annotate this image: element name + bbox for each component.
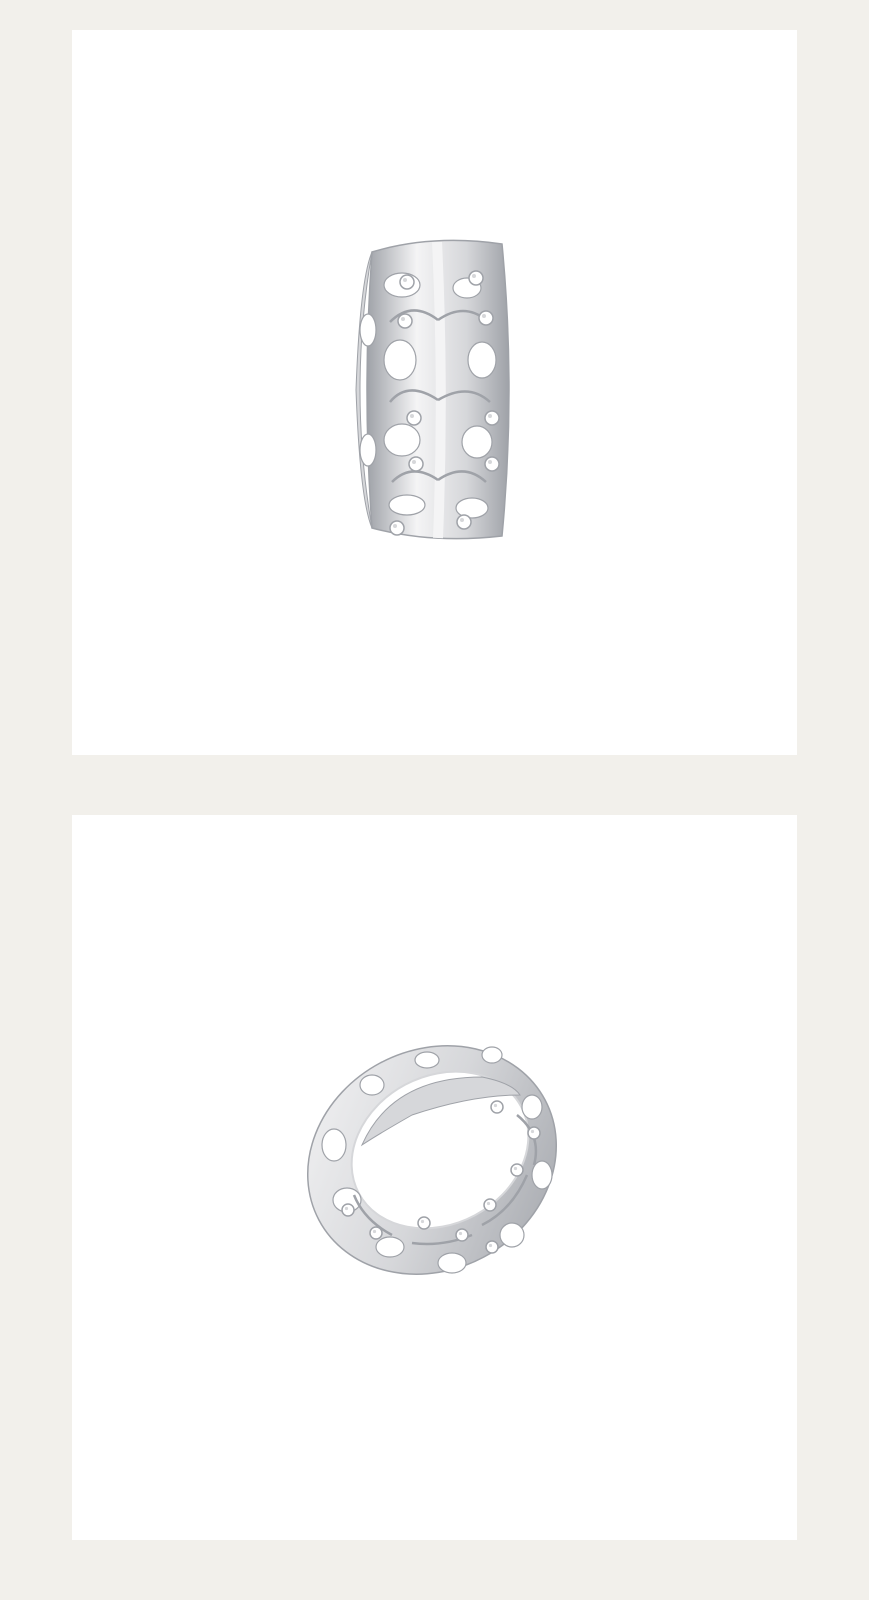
crystal-sparkle [488, 414, 492, 418]
crystal-setting [490, 1100, 504, 1114]
openwork-cutout [467, 341, 497, 379]
crystal-setting [417, 1216, 431, 1230]
crystal-sparkle [403, 278, 407, 282]
crystal-setting [341, 1203, 355, 1217]
crystal-setting [456, 514, 472, 530]
openwork-cutout [437, 1252, 467, 1274]
crystal-sparkle [420, 1219, 425, 1224]
openwork-cutout [359, 313, 377, 347]
crystal-sparkle [482, 314, 486, 318]
openwork-cutout [481, 1046, 503, 1064]
product-photo-front [72, 30, 797, 755]
crystal-sparkle [372, 1229, 377, 1234]
crystal-setting [485, 1240, 499, 1254]
crystal-sparkle [460, 518, 464, 522]
crystal-sparkle [493, 1103, 498, 1108]
crystal-sparkle [401, 317, 405, 321]
openwork-cutout [383, 339, 417, 381]
crystal-setting [468, 270, 484, 286]
openwork-cutout [383, 423, 421, 457]
openwork-cutout [321, 1128, 347, 1162]
crystal-setting [510, 1163, 524, 1177]
crystal-setting [455, 1228, 469, 1242]
crystal-sparkle [410, 414, 414, 418]
crystal-sparkle [486, 1201, 491, 1206]
crystal-sparkle [530, 1129, 535, 1134]
crystal-setting [484, 410, 500, 426]
product-photo-angled [72, 815, 797, 1540]
crystal-setting [527, 1126, 541, 1140]
openwork-cutout [375, 1236, 405, 1258]
crystal-sparkle [393, 524, 397, 528]
crystal-sparkle [412, 460, 416, 464]
crystal-sparkle [488, 460, 492, 464]
openwork-cutout [521, 1094, 543, 1120]
crystal-setting [369, 1226, 383, 1240]
crystal-sparkle [513, 1166, 518, 1171]
crystal-setting [483, 1198, 497, 1212]
crystal-setting [484, 456, 500, 472]
crystal-setting [389, 520, 405, 536]
crystal-setting [406, 410, 422, 426]
openwork-cutout [388, 494, 426, 516]
crystal-sparkle [472, 274, 476, 278]
crystal-sparkle [458, 1231, 463, 1236]
openwork-cutout [461, 425, 493, 459]
crystal-setting [399, 274, 415, 290]
ornament-stem [432, 241, 446, 539]
openwork-cutout [359, 433, 377, 467]
openwork-cutout [359, 1074, 385, 1096]
openwork-cutout [414, 1051, 440, 1069]
crystal-sparkle [488, 1243, 493, 1248]
product-image-gallery [0, 0, 869, 1600]
openwork-cutout [499, 1222, 525, 1248]
crystal-setting [478, 310, 494, 326]
crystal-setting [408, 456, 424, 472]
crystal-sparkle [344, 1206, 349, 1211]
ring-front-view-image [355, 239, 510, 540]
crystal-setting [397, 313, 413, 329]
ring-angled-view-image [306, 1045, 558, 1275]
